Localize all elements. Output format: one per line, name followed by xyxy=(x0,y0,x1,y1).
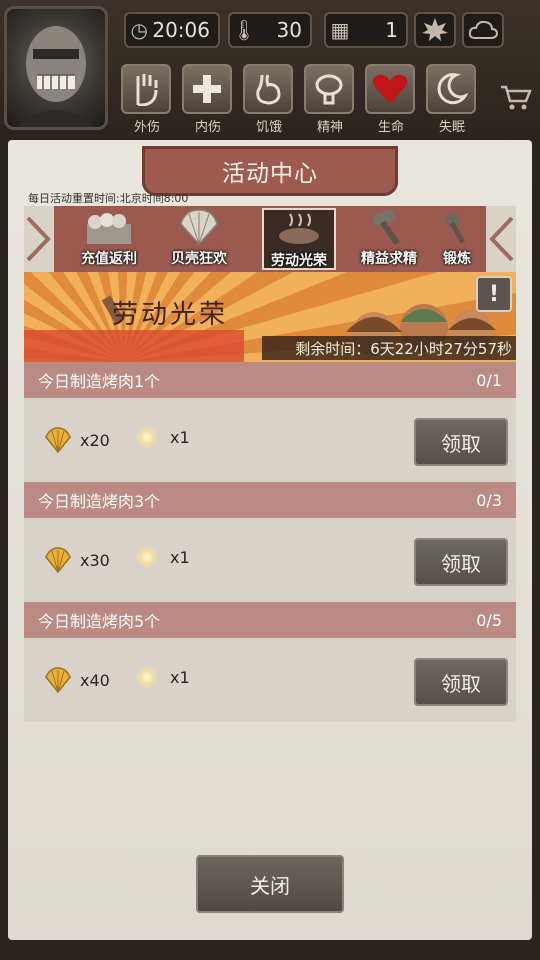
shell-reward: x20 xyxy=(44,426,110,454)
shell-amount: x30 xyxy=(80,550,110,570)
task-progress: 0/5 xyxy=(476,610,502,630)
task-title: 今日制造烤肉3个 xyxy=(38,492,161,511)
status-life[interactable]: 生命 xyxy=(365,64,417,136)
status-label: 内伤 xyxy=(194,120,221,135)
status-insomnia[interactable]: 失眠 xyxy=(426,64,478,136)
event-info-button[interactable]: ! xyxy=(476,276,512,312)
tab-label: 锻炼 xyxy=(443,251,471,267)
tool-icon xyxy=(437,208,477,246)
close-button[interactable]: 关闭 xyxy=(196,855,344,913)
task-header: 今日制造烤肉5个 0/5 xyxy=(24,602,516,638)
temperature-display: 🌡︎ 30 xyxy=(228,12,312,48)
shell-reward: x30 xyxy=(44,546,110,574)
time-value: 20:06 xyxy=(152,18,210,42)
palm-icon xyxy=(121,64,171,114)
tab-right-arrow[interactable] xyxy=(486,206,516,272)
task-progress: 0/3 xyxy=(476,490,502,510)
tab-left-arrow[interactable] xyxy=(24,206,54,272)
day-display: ▦ 1 xyxy=(324,12,408,48)
claim-button[interactable]: 领取 xyxy=(414,418,508,466)
claim-button[interactable]: 领取 xyxy=(414,658,508,706)
shell-reward: x40 xyxy=(44,666,110,694)
avatar[interactable] xyxy=(4,6,108,130)
maple-leaf-icon xyxy=(422,18,448,41)
tab-training[interactable]: 锻炼 xyxy=(432,208,482,270)
gold-shell-icon xyxy=(45,427,71,454)
orb-reward: x1 xyxy=(136,426,190,448)
avatar-portrait xyxy=(17,26,95,127)
shop-button[interactable] xyxy=(500,84,532,116)
tab-labor-glory[interactable]: 劳动光荣 xyxy=(262,208,336,270)
orb-amount: x1 xyxy=(170,427,190,447)
weather-button[interactable] xyxy=(462,12,504,48)
hammer-icon xyxy=(359,208,419,246)
task-rewards: x20 x1 领取 xyxy=(24,398,516,482)
orb-reward: x1 xyxy=(136,546,190,568)
task-rewards: x40 x1 领取 xyxy=(24,638,516,722)
cloud-icon xyxy=(468,20,499,39)
status-label: 精神 xyxy=(316,120,343,135)
task-item: 今日制造烤肉3个 0/3 x30 x1 领取 xyxy=(24,482,516,602)
gold-shell-icon xyxy=(45,547,71,574)
plus-icon xyxy=(182,64,232,114)
thermometer-icon: 🌡︎ xyxy=(231,18,257,42)
task-title: 今日制造烤肉1个 xyxy=(38,372,161,391)
orb-reward: x1 xyxy=(136,666,190,688)
tab-label: 充值返利 xyxy=(81,251,137,267)
glow-orb-icon xyxy=(136,666,158,688)
calendar-icon: ▦ xyxy=(330,18,350,42)
tab-label: 精益求精 xyxy=(361,251,417,267)
tab-excellence[interactable]: 精益求精 xyxy=(352,208,426,270)
tab-shell-carnival[interactable]: 贝壳狂欢 xyxy=(162,208,236,270)
status-mind[interactable]: 精神 xyxy=(304,64,356,136)
moon-icon xyxy=(426,64,476,114)
shell-amount: x20 xyxy=(80,430,110,450)
clock-display: ◷ 20:06 xyxy=(124,12,220,48)
task-list: 今日制造烤肉1个 0/1 x20 x1 领取 今日制造烤肉3个 0/3 x30 xyxy=(24,362,516,722)
status-label: 外伤 xyxy=(133,120,160,135)
meat-icon xyxy=(269,210,329,248)
task-item: 今日制造烤肉5个 0/5 x40 x1 领取 xyxy=(24,602,516,722)
task-rewards: x30 x1 领取 xyxy=(24,518,516,602)
status-wound[interactable]: 外伤 xyxy=(121,64,173,136)
status-hunger[interactable]: 饥饿 xyxy=(243,64,295,136)
task-progress: 0/1 xyxy=(476,370,502,390)
status-label: 饥饿 xyxy=(255,120,282,135)
status-label: 生命 xyxy=(377,120,404,135)
orb-amount: x1 xyxy=(170,547,190,567)
tab-label: 贝壳狂欢 xyxy=(171,251,227,267)
shell-icon xyxy=(169,208,229,246)
panel-title-banner: 活动中心 xyxy=(142,146,398,196)
claim-button[interactable]: 领取 xyxy=(414,538,508,586)
glow-orb-icon xyxy=(136,426,158,448)
glow-orb-icon xyxy=(136,546,158,568)
tab-recharge-rebate[interactable]: 充值返利 xyxy=(72,208,146,270)
chest-icon xyxy=(79,208,139,246)
task-title: 今日制造烤肉5个 xyxy=(38,612,161,631)
chevron-left-icon xyxy=(26,216,51,262)
brain-icon xyxy=(304,64,354,114)
status-label: 失眠 xyxy=(438,120,465,135)
clock-icon: ◷ xyxy=(130,18,148,42)
shell-amount: x40 xyxy=(80,670,110,690)
task-item: 今日制造烤肉1个 0/1 x20 x1 领取 xyxy=(24,362,516,482)
remaining-time: 剩余时间：6天22小时27分57秒 xyxy=(262,336,516,360)
temperature-value: 30 xyxy=(276,18,302,42)
panel-title: 活动中心 xyxy=(222,161,318,187)
chevron-right-icon xyxy=(489,216,514,262)
stomach-icon xyxy=(243,64,293,114)
task-header: 今日制造烤肉3个 0/3 xyxy=(24,482,516,518)
event-title: 劳动光荣 xyxy=(112,300,229,330)
reset-note: 每日活动重置时间:北京时间8:00 xyxy=(28,192,189,205)
cart-icon xyxy=(501,85,532,110)
gold-shell-icon xyxy=(45,667,71,694)
leaf-button[interactable] xyxy=(414,12,456,48)
heart-icon xyxy=(365,64,415,114)
day-value: 1 xyxy=(385,18,398,42)
status-internal[interactable]: 内伤 xyxy=(182,64,234,136)
task-header: 今日制造烤肉1个 0/1 xyxy=(24,362,516,398)
orb-amount: x1 xyxy=(170,667,190,687)
tab-label: 劳动光荣 xyxy=(271,253,327,269)
